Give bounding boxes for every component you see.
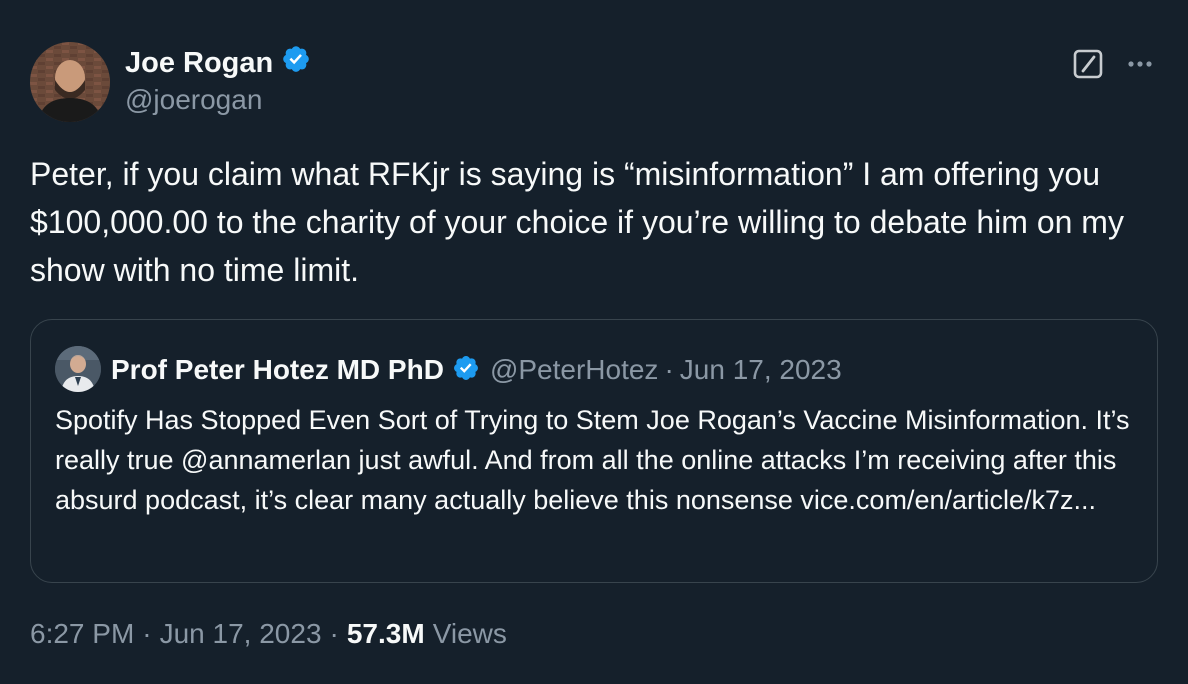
more-options-icon[interactable]: [1122, 48, 1158, 80]
quoted-header: Prof Peter Hotez MD PhD @PeterHotez · Ju…: [111, 350, 842, 390]
quoted-avatar-photo: [55, 346, 101, 392]
quoted-tweet[interactable]: Prof Peter Hotez MD PhD @PeterHotez · Ju…: [30, 319, 1158, 583]
quoted-author-handle[interactable]: @PeterHotez: [490, 354, 659, 386]
verified-badge-icon: [452, 354, 480, 387]
tweet-time[interactable]: 6:27 PM: [30, 618, 134, 650]
tweet-card: Joe Rogan @joerogan Peter, if you claim …: [0, 0, 1188, 684]
quoted-text: Spotify Has Stopped Even Sort of Trying …: [55, 405, 1130, 515]
author-avatar[interactable]: [30, 42, 110, 122]
author-name-row[interactable]: Joe Rogan: [125, 44, 311, 82]
tweet-text: Peter, if you claim what RFKjr is saying…: [30, 156, 1124, 288]
tweet-meta: 6:27 PM · Jun 17, 2023 · 57.3M Views: [30, 618, 507, 650]
separator-dot: ·: [142, 618, 152, 649]
avatar-photo: [30, 42, 110, 122]
separator-dot: ·: [329, 618, 339, 649]
author-handle[interactable]: @joerogan: [125, 84, 262, 116]
tweet-date[interactable]: Jun 17, 2023: [160, 618, 322, 650]
views-label[interactable]: Views: [433, 618, 507, 650]
views-count[interactable]: 57.3M: [347, 618, 425, 650]
verified-badge-icon[interactable]: [281, 44, 311, 82]
quoted-date[interactable]: Jun 17, 2023: [680, 354, 842, 386]
author-name[interactable]: Joe Rogan: [125, 47, 273, 80]
grok-icon[interactable]: [1072, 48, 1104, 80]
quoted-author-avatar[interactable]: [55, 346, 101, 392]
separator-dot: ·: [664, 354, 674, 385]
quoted-author-name[interactable]: Prof Peter Hotez MD PhD: [111, 354, 444, 386]
